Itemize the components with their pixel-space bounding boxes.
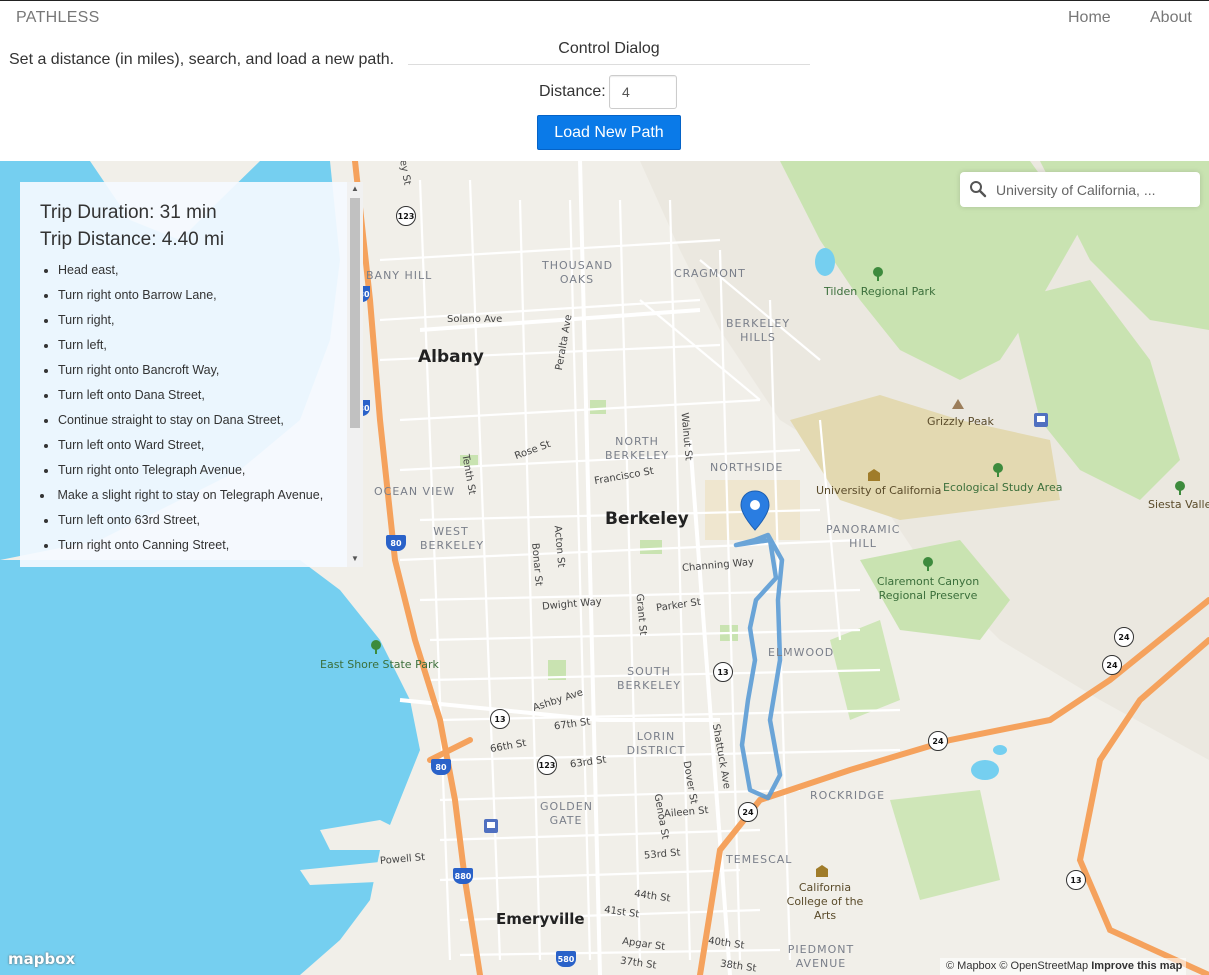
hood-label-north-berkeley: NORTH BERKELEY xyxy=(604,435,670,462)
distance-input[interactable] xyxy=(609,75,677,109)
hood-label-south-berkeley: SOUTH BERKELEY xyxy=(616,665,682,692)
hood-label-piedmont-avenue: PIEDMONT AVENUE xyxy=(787,943,855,970)
route-shield-24: 24 xyxy=(1114,627,1134,647)
route-shield-13: 13 xyxy=(490,709,510,729)
trip-distance: Trip Distance: 4.40 mi xyxy=(40,229,225,250)
trip-duration: Trip Duration: 31 min xyxy=(40,202,217,223)
search-input[interactable] xyxy=(994,178,1194,202)
hood-label-temescal: TEMESCAL xyxy=(726,853,793,866)
route-shield-123: 123 xyxy=(396,206,416,226)
map-attribution: © Mapbox © OpenStreetMap Improve this ma… xyxy=(940,958,1187,975)
control-dialog-title: Control Dialog xyxy=(408,40,810,65)
city-label-berkeley: Berkeley xyxy=(605,509,689,529)
search-icon xyxy=(970,181,987,198)
interstate-shield-580: 580 xyxy=(556,951,576,967)
improve-map-link[interactable]: Improve this map xyxy=(1091,960,1182,972)
directions-scrollbar[interactable]: ▲ ▼ xyxy=(347,182,363,567)
directions-panel[interactable]: Trip Duration: 31 min Trip Distance: 4.4… xyxy=(20,182,363,567)
route-shield-24: 24 xyxy=(738,802,758,822)
hood-label-lorin-district: LORIN DISTRICT xyxy=(626,730,686,757)
tree-icon xyxy=(923,557,933,571)
direction-step: Make a slight right to stay on Telegraph… xyxy=(40,483,358,508)
university-icon xyxy=(868,469,880,481)
interstate-shield-80: 80 xyxy=(431,759,451,775)
direction-step: Turn right onto Barrow Lane, xyxy=(58,283,358,308)
city-label-emeryville: Emeryville xyxy=(496,910,585,928)
distance-label: Distance: xyxy=(539,83,606,100)
interstate-shield-80: 80 xyxy=(386,535,406,551)
park-label-claremont-canyon: Claremont Canyon Regional Preserve xyxy=(876,575,980,602)
hood-label-berkeley-hills: BERKELEY HILLS xyxy=(726,317,791,344)
park-label-east-shore: East Shore State Park xyxy=(320,658,439,671)
direction-step: Turn left onto Ward Street, xyxy=(58,433,358,458)
brand-logo[interactable]: PATHLESS xyxy=(16,9,100,27)
route-shield-123: 123 xyxy=(537,755,557,775)
tree-icon xyxy=(993,463,1003,477)
direction-step: Turn right onto Telegraph Avenue, xyxy=(58,458,358,483)
hood-label-northside: NORTHSIDE xyxy=(710,461,784,474)
top-bar: PATHLESS Home About Set a distance (in m… xyxy=(0,0,1209,160)
hood-label-panoramic-hill: PANORAMIC HILL xyxy=(826,523,901,550)
park-label-tilden: Tilden Regional Park xyxy=(824,285,936,298)
direction-step: Turn left, xyxy=(58,333,358,358)
hood-label-rockridge: ROCKRIDGE xyxy=(810,789,886,802)
direction-step: Turn right onto Canning Street, xyxy=(58,533,358,558)
directions-list: Head east, Turn right onto Barrow Lane, … xyxy=(40,258,358,558)
tree-icon xyxy=(371,640,381,654)
university-icon xyxy=(816,865,828,877)
peak-icon xyxy=(952,399,964,409)
mapbox-logo[interactable]: mapbox xyxy=(8,950,75,968)
scroll-down-arrow-icon[interactable]: ▼ xyxy=(351,555,359,563)
direction-step: Turn left onto 63rd Street, xyxy=(58,508,358,533)
poi-label-california-college-of-the-arts: California College of the Arts xyxy=(786,881,864,922)
direction-step: Turn left onto Dana Street, xyxy=(58,383,358,408)
peak-label-grizzly-peak: Grizzly Peak xyxy=(927,415,994,428)
nav-home-link[interactable]: Home xyxy=(1068,9,1111,27)
instructions-text: Set a distance (in miles), search, and l… xyxy=(9,51,395,68)
hood-label-cragmont: CRAGMONT xyxy=(674,267,746,280)
hood-label-bany-hill: BANY HILL xyxy=(366,269,433,282)
train-station-icon xyxy=(1034,413,1048,427)
direction-step: Turn right, xyxy=(58,308,358,333)
city-label-albany: Albany xyxy=(418,347,484,367)
hood-label-ocean-view: OCEAN VIEW xyxy=(374,485,456,498)
geocoder-search-box xyxy=(960,172,1200,207)
hood-label-golden-gate: GOLDEN GATE xyxy=(540,800,593,827)
route-shield-13: 13 xyxy=(1066,870,1086,890)
direction-step: Continue straight to stay on Dana Street… xyxy=(58,408,358,433)
scrollbar-thumb[interactable] xyxy=(350,198,360,428)
poi-label-university-of-california: University of California xyxy=(816,484,942,497)
direction-step: Turn right onto Bancroft Way, xyxy=(58,358,358,383)
tree-icon xyxy=(873,267,883,281)
interstate-shield-880: 880 xyxy=(453,868,473,884)
tree-icon xyxy=(1175,481,1185,495)
route-shield-24: 24 xyxy=(1102,655,1122,675)
attribution-text[interactable]: © Mapbox © OpenStreetMap xyxy=(946,960,1088,972)
hood-label-thousand-oaks: THOUSAND OAKS xyxy=(542,259,614,286)
route-shield-13: 13 xyxy=(713,662,733,682)
direction-step: Head east, xyxy=(58,258,358,283)
load-new-path-button[interactable]: Load New Path xyxy=(537,115,681,150)
poi-label-siesta-valley: Siesta Valley xyxy=(1148,498,1209,511)
location-marker-icon[interactable] xyxy=(739,490,771,532)
train-station-icon xyxy=(484,819,498,833)
nav-about-link[interactable]: About xyxy=(1150,9,1192,27)
hood-label-west-berkeley: WEST BERKELEY xyxy=(420,525,485,552)
park-label-ecological-study-area: Ecological Study Area xyxy=(943,481,1063,494)
street-label-solano-ave: Solano Ave xyxy=(447,314,503,325)
hood-label-elmwood: ELMWOOD xyxy=(768,646,835,659)
route-shield-24: 24 xyxy=(928,731,948,751)
scroll-up-arrow-icon[interactable]: ▲ xyxy=(351,185,359,193)
